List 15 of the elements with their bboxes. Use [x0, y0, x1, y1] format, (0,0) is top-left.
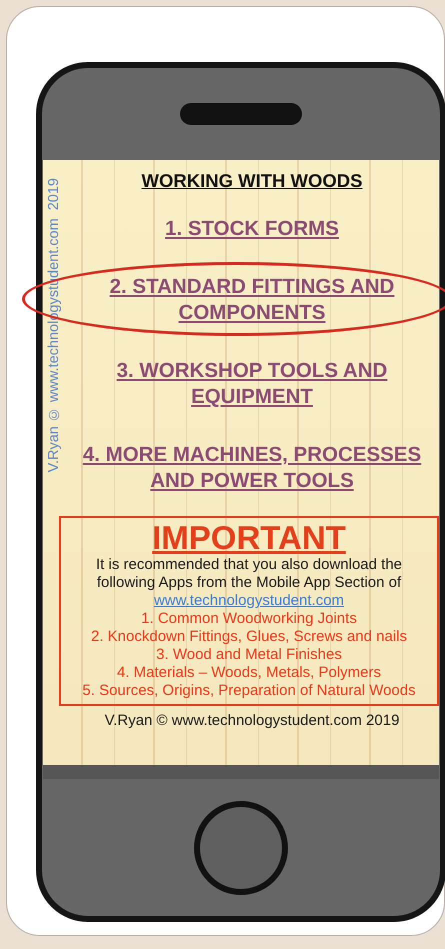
- app-title: 4. Materials – Woods, Metals, Polymers: [117, 664, 381, 682]
- app-title: 2. Knockdown Fittings, Glues, Screws and nails: [91, 628, 407, 646]
- app-title: 3. Wood and Metal Finishes: [156, 646, 342, 664]
- website-link[interactable]: www.technologystudent.com: [154, 592, 344, 610]
- menu-link[interactable]: 3. WORKSHOP TOOLS AND EQUIPMENT: [70, 358, 434, 410]
- copyright-text: V.Ryan © www.technologystudent.com 2019: [104, 712, 400, 729]
- side-caption: V.Ryan © www.technologystudent.com 2019: [46, 178, 62, 472]
- app-title: 1. Common Woodworking Joints: [141, 610, 357, 628]
- app-title: 5. Sources, Origins, Preparation of Natural Woods: [82, 682, 416, 700]
- menu-link[interactable]: 4. MORE MACHINES, PROCESSES AND POWER TOOLS: [70, 442, 434, 494]
- page-title: WORKING WITH WOODS: [142, 170, 362, 192]
- notice-heading: IMPORTANT: [152, 520, 346, 556]
- menu-link[interactable]: 2. STANDARD FITTINGS AND COMPONENTS: [70, 274, 434, 326]
- menu-link[interactable]: 1. STOCK FORMS: [165, 216, 339, 242]
- notice-text: It is recommended that you also download the following Apps from the Mobile App Section of: [94, 556, 403, 592]
